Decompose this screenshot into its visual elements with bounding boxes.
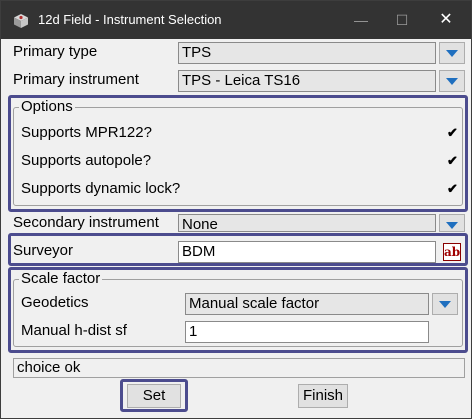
surveyor-input[interactable]: BDM	[178, 241, 436, 263]
options-group-title: Options	[19, 98, 75, 115]
manual-hdist-sf-label: Manual h-dist sf	[21, 322, 127, 339]
close-button[interactable]: ✕	[433, 9, 459, 31]
app-cube-icon	[14, 14, 28, 28]
geodetics-dropdown-icon[interactable]	[432, 293, 458, 315]
scale-factor-group-title: Scale factor	[19, 270, 103, 287]
window-title: 12d Field - Instrument Selection	[38, 12, 222, 27]
primary-type-dropdown-icon[interactable]	[439, 42, 465, 64]
option-mpr122-checkbox[interactable]: ✔	[446, 126, 459, 139]
manual-hdist-sf-input[interactable]: 1	[185, 321, 429, 343]
geodetics-field[interactable]: Manual scale factor	[185, 293, 429, 315]
finish-button[interactable]: Finish	[298, 384, 348, 408]
surveyor-label: Surveyor	[13, 242, 74, 259]
primary-type-field[interactable]: TPS	[178, 42, 436, 64]
option-mpr122-label: Supports MPR122?	[21, 124, 152, 141]
secondary-instrument-field[interactable]: None	[178, 214, 436, 232]
geodetics-label: Geodetics	[21, 294, 89, 311]
title-bar: 12d Field - Instrument Selection — ☐ ✕	[1, 1, 471, 39]
dialog-window: 12d Field - Instrument Selection — ☐ ✕ P…	[0, 0, 472, 419]
primary-type-label: Primary type	[13, 43, 98, 60]
option-dynamic-lock-label: Supports dynamic lock?	[21, 180, 181, 197]
option-autopole-label: Supports autopole?	[21, 152, 152, 169]
maximize-button[interactable]: ☐	[389, 9, 415, 31]
secondary-instrument-label: Secondary instrument	[13, 214, 159, 231]
secondary-instrument-dropdown-icon[interactable]	[439, 214, 465, 232]
primary-instrument-field[interactable]: TPS - Leica TS16	[178, 70, 436, 92]
primary-instrument-dropdown-icon[interactable]	[439, 70, 465, 92]
option-dynamic-lock-checkbox[interactable]: ✔	[446, 182, 459, 195]
name-picker-icon[interactable]: ab	[443, 243, 461, 261]
primary-instrument-label: Primary instrument	[13, 71, 139, 88]
option-autopole-checkbox[interactable]: ✔	[446, 154, 459, 167]
status-message: choice ok	[13, 358, 465, 378]
minimize-button[interactable]: —	[348, 9, 374, 31]
set-button[interactable]: Set	[127, 384, 181, 408]
